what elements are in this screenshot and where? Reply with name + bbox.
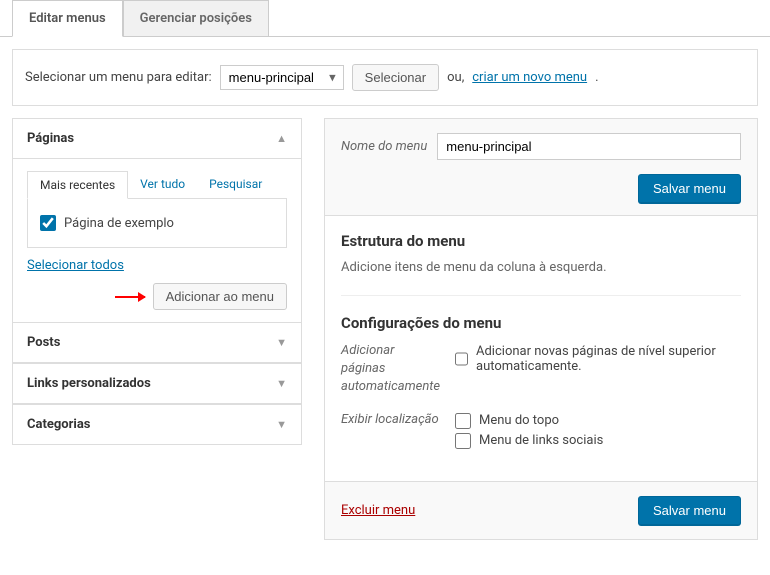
selector-or: ou, <box>447 70 464 85</box>
chevron-up-icon: ▲ <box>276 132 287 145</box>
page-item-checkbox[interactable] <box>40 215 56 231</box>
auto-add-label: Adicionar páginas automaticamente <box>341 342 441 397</box>
page-item-label: Página de exemplo <box>64 216 174 231</box>
accordion-categories-title: Categorias <box>27 417 90 432</box>
menu-selector-bar: Selecionar um menu para editar: menu-pri… <box>12 49 758 106</box>
structure-desc: Adicione itens de menu da coluna à esque… <box>341 260 741 275</box>
accordion-custom-links-title: Links personalizados <box>27 376 151 391</box>
auto-add-checkbox[interactable] <box>455 351 468 367</box>
arrow-icon <box>115 296 145 298</box>
select-all-link[interactable]: Selecionar todos <box>27 258 124 273</box>
accordion-custom-links-header[interactable]: Links personalizados ▼ <box>13 364 301 404</box>
location-top-checkbox[interactable] <box>455 413 471 429</box>
chevron-down-icon: ▼ <box>276 418 287 431</box>
add-to-menu-button[interactable]: Adicionar ao menu <box>153 283 287 310</box>
accordion-pages-header[interactable]: Páginas ▲ <box>13 119 301 159</box>
create-new-menu-link[interactable]: criar um novo menu <box>472 70 587 85</box>
menu-name-label: Nome do menu <box>341 139 427 154</box>
location-social-option: Menu de links sociais <box>479 433 603 448</box>
delete-menu-link[interactable]: Excluir menu <box>341 503 415 518</box>
section-divider <box>341 295 741 296</box>
chevron-down-icon: ▼ <box>276 336 287 349</box>
auto-add-option: Adicionar novas páginas de nível superio… <box>476 344 741 374</box>
selector-period: . <box>595 70 598 85</box>
subtab-recent[interactable]: Mais recentes <box>27 171 128 199</box>
chevron-down-icon: ▼ <box>276 377 287 390</box>
settings-title: Configurações do menu <box>341 314 741 332</box>
accordion-categories-header[interactable]: Categorias ▼ <box>13 405 301 444</box>
tab-manage-locations[interactable]: Gerenciar posições <box>123 0 269 36</box>
location-top-option: Menu do topo <box>479 413 559 428</box>
menu-name-input[interactable] <box>437 133 741 160</box>
save-menu-button-top[interactable]: Salvar menu <box>638 174 741 203</box>
location-social-checkbox[interactable] <box>455 433 471 449</box>
subtab-all[interactable]: Ver tudo <box>128 171 197 199</box>
accordion-posts-title: Posts <box>27 335 60 350</box>
accordion-pages-title: Páginas <box>27 131 74 146</box>
accordion-posts-header[interactable]: Posts ▼ <box>13 323 301 363</box>
selector-label: Selecionar um menu para editar: <box>25 70 212 85</box>
tab-edit-menus[interactable]: Editar menus <box>12 0 123 37</box>
structure-title: Estrutura do menu <box>341 232 741 250</box>
subtab-search[interactable]: Pesquisar <box>197 171 274 199</box>
save-menu-button-bottom[interactable]: Salvar menu <box>638 496 741 525</box>
select-menu-button[interactable]: Selecionar <box>352 64 439 91</box>
menu-select[interactable]: menu-principal <box>220 65 344 90</box>
location-label: Exibir localização <box>341 411 441 429</box>
